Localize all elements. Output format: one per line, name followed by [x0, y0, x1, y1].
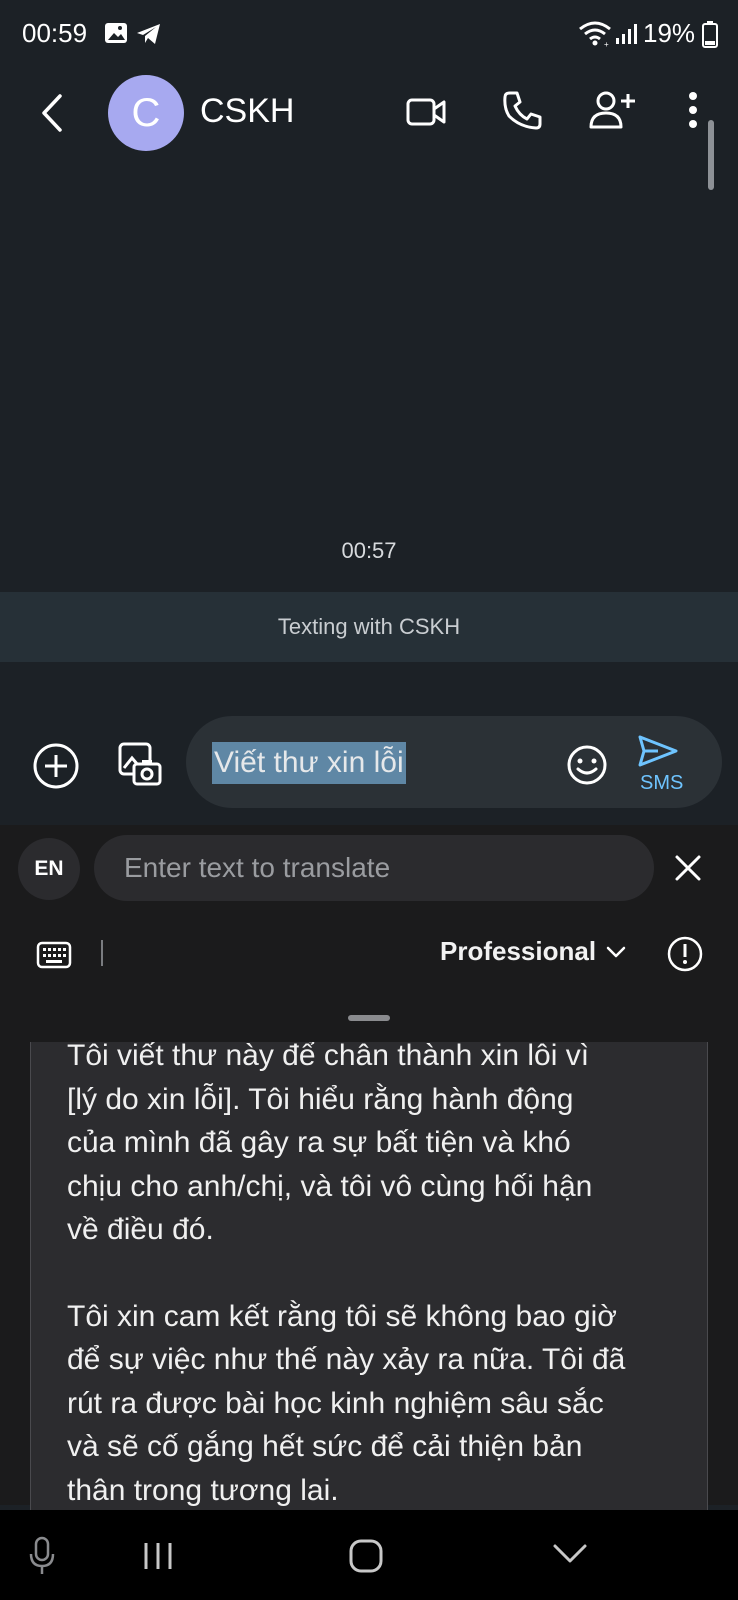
add-attachment-button[interactable] — [32, 742, 80, 790]
telegram-icon — [136, 22, 162, 46]
close-translate-button[interactable] — [672, 852, 704, 884]
more-button[interactable] — [686, 88, 700, 132]
chevron-down-icon — [606, 946, 626, 957]
phone-icon — [503, 91, 542, 130]
signal-icon — [614, 22, 640, 46]
battery-icon — [702, 20, 718, 48]
avatar[interactable]: C — [108, 75, 184, 151]
wifi-icon: + — [578, 20, 612, 48]
status-time: 00:59 — [22, 18, 88, 48]
tone-select-label: Professional — [440, 936, 597, 966]
tone-select[interactable]: Professional — [440, 936, 626, 967]
video-call-button[interactable] — [404, 90, 448, 134]
drag-handle[interactable] — [348, 1015, 390, 1021]
toolbar-divider — [101, 940, 103, 966]
info-button[interactable] — [666, 935, 704, 973]
recents-button[interactable] — [140, 1540, 176, 1572]
add-person-button[interactable] — [588, 88, 638, 132]
svg-text:+: + — [604, 40, 609, 48]
gallery-camera-icon — [118, 742, 162, 786]
rewrite-result-card[interactable]: Tôi viết thư này để chân thành xin lỗi v… — [30, 1042, 708, 1512]
texting-with-banner: Texting with CSKH — [0, 592, 738, 662]
contact-name[interactable]: CSKH — [200, 92, 294, 131]
avatar-letter: C — [131, 90, 161, 135]
plus-circle-icon — [33, 743, 79, 789]
back-icon — [42, 94, 62, 132]
close-icon — [675, 855, 701, 881]
home-button[interactable] — [348, 1538, 384, 1574]
message-timestamp: 00:57 — [341, 538, 397, 563]
gallery-icon — [104, 22, 128, 44]
send-icon — [638, 735, 678, 767]
video-call-icon — [406, 98, 446, 126]
gallery-camera-button[interactable] — [116, 740, 164, 788]
more-vert-icon — [689, 92, 697, 128]
info-icon — [667, 936, 703, 972]
translate-placeholder: Enter text to translate — [124, 852, 391, 883]
result-paragraph: Tôi viết thư này để chân thành xin lỗi v… — [67, 1042, 593, 1246]
language-badge[interactable]: EN — [18, 838, 80, 900]
voice-call-button[interactable] — [500, 88, 544, 132]
emoji-button[interactable] — [566, 744, 608, 786]
send-sms-label: SMS — [640, 772, 684, 794]
chevron-down-icon — [553, 1544, 587, 1563]
keyboard-icon — [36, 941, 72, 969]
scrollbar[interactable] — [708, 120, 714, 190]
back-button[interactable] — [30, 88, 76, 138]
hide-keyboard-button[interactable] — [552, 1542, 588, 1566]
recents-icon — [144, 1543, 172, 1569]
emoji-icon — [567, 745, 607, 785]
microphone-icon — [29, 1536, 55, 1574]
voice-input-button[interactable] — [28, 1536, 56, 1576]
result-paragraph: Tôi xin cam kết rằng tôi sẽ không bao gi… — [67, 1299, 626, 1507]
home-icon — [349, 1539, 383, 1573]
message-input-text[interactable]: Viết thư xin lỗi — [212, 742, 406, 784]
keyboard-toggle-button[interactable] — [36, 940, 72, 970]
battery-percentage: 19% — [643, 18, 696, 48]
add-person-icon — [589, 91, 635, 129]
